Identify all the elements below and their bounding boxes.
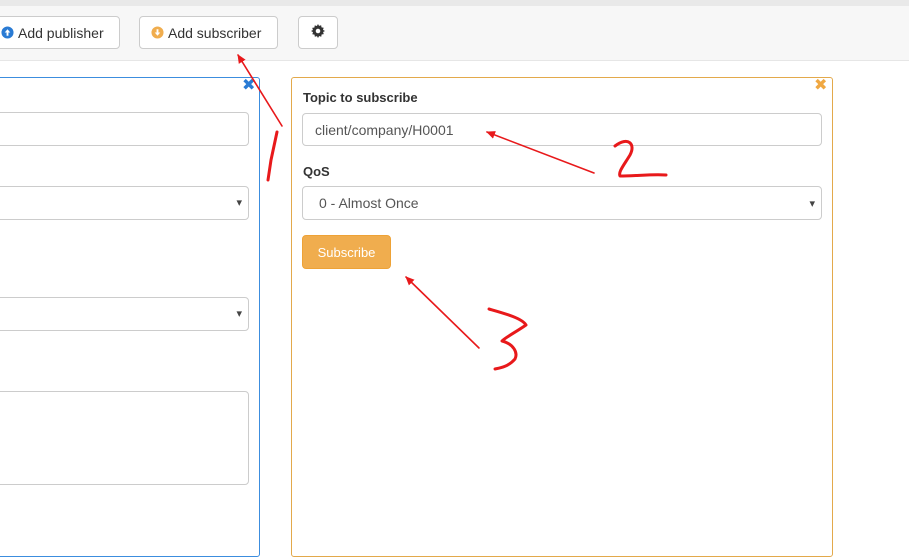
subscriber-panel (291, 77, 833, 557)
qos-label: QoS (303, 164, 330, 179)
qos-select[interactable]: 0 - Almost Once (302, 186, 822, 220)
annotation-number-1 (266, 130, 279, 182)
close-icon[interactable]: ✖ (814, 78, 827, 94)
add-publisher-button[interactable]: Add publisher (0, 16, 120, 49)
arrow-up-circle-icon (1, 26, 14, 39)
topic-label: Topic to subscribe (303, 90, 418, 105)
publisher-qos-select[interactable] (0, 186, 249, 220)
settings-button[interactable] (298, 16, 338, 49)
add-subscriber-label: Add subscriber (168, 24, 262, 41)
publisher-topic-input[interactable] (0, 112, 249, 146)
subscribe-button[interactable]: Subscribe (302, 235, 391, 269)
qos-selected-value: 0 - Almost Once (319, 195, 419, 211)
publisher-payload-textarea[interactable] (0, 391, 249, 485)
topic-input[interactable]: client/company/H0001 (302, 113, 822, 146)
publisher-retain-select[interactable] (0, 297, 249, 331)
toolbar: Add publisher Add subscriber (0, 6, 909, 61)
arrow-down-circle-icon (151, 26, 164, 39)
add-subscriber-button[interactable]: Add subscriber (139, 16, 278, 49)
close-icon[interactable]: ✖ (242, 78, 255, 94)
add-publisher-label: Add publisher (18, 24, 104, 41)
gear-icon (311, 24, 325, 41)
